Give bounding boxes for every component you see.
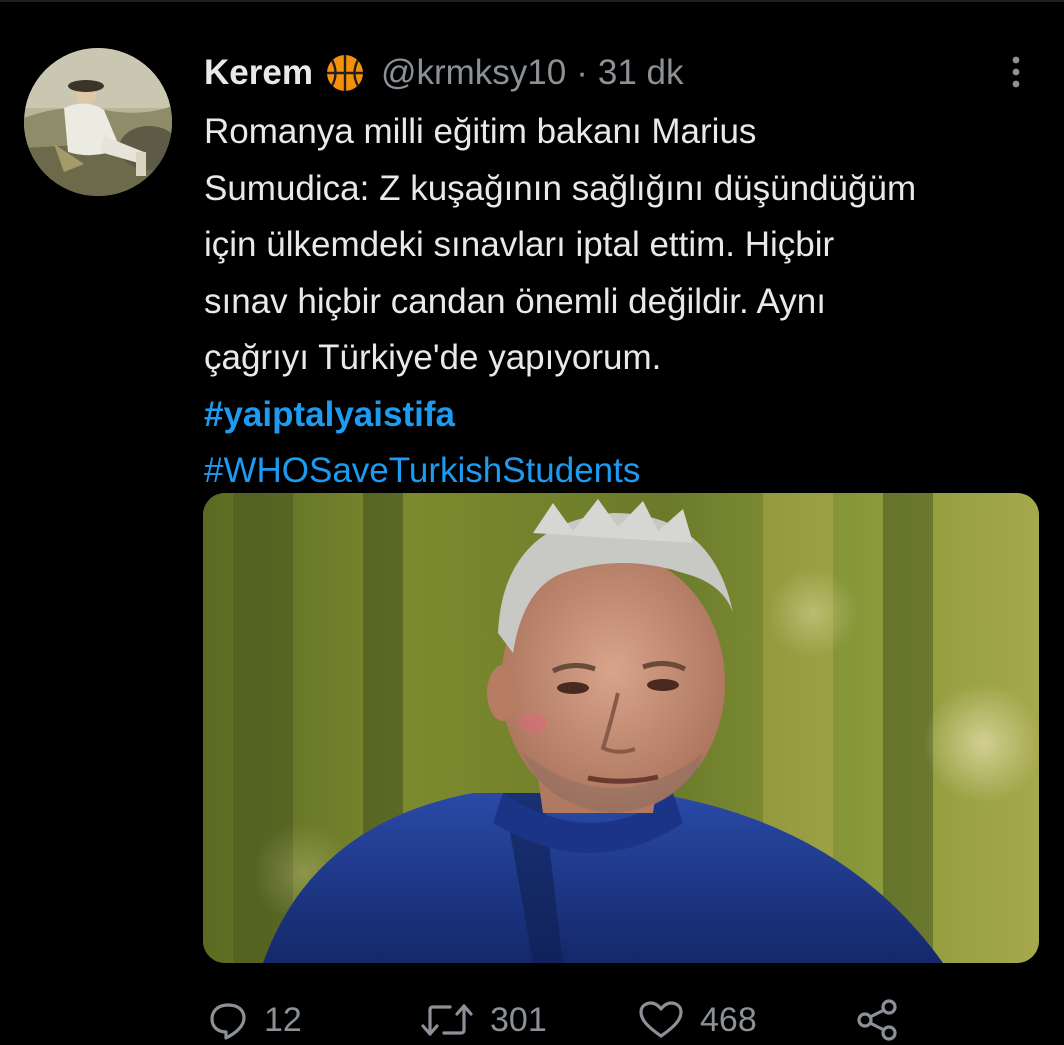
tweet-text-line: Romanya milli eğitim bakanı Marius [204,112,757,151]
like-count: 468 [700,1000,757,1039]
tweet-time[interactable]: 31 dk [598,53,684,93]
hashtag-link[interactable]: #yaiptalyaistifa [204,387,1044,444]
tweet-text-line: için ülkemdeki sınavları iptal ettim. Hi… [204,225,835,264]
tweet-media-image[interactable] [203,493,1039,963]
retweet-icon [421,1004,473,1036]
share-icon [857,999,897,1041]
tweet-action-bar: 12 301 468 [0,995,1064,1045]
reply-button[interactable]: 12 [208,995,302,1045]
retweet-count: 301 [490,1000,547,1039]
header-separator: · [576,53,588,92]
reply-icon [210,1003,246,1040]
tweet-text-line: çağrıyı Türkiye'de yapıyorum. [204,338,662,377]
author-handle[interactable]: @krmksy10 [381,53,566,93]
heart-icon [639,1001,683,1038]
author-name[interactable]: Kerem [204,53,313,93]
hashtag-link[interactable]: #WHOSaveTurkishStudents [204,443,1044,500]
tweet-text: Romanya milli eğitim bakanı Marius Sumud… [204,104,1044,500]
more-vertical-icon[interactable] [1004,54,1028,90]
basketball-icon [325,53,365,93]
portrait-photo [203,493,1039,963]
avatar-painting-icon [24,48,172,196]
share-button[interactable] [856,995,916,1045]
tweet-text-line: Sumudica: Z kuşağının sağlığını düşündüğ… [204,168,917,208]
tweet-header: Kerem @krmksy10 · 31 dk [204,50,684,96]
like-button[interactable]: 468 [638,995,757,1045]
avatar[interactable] [24,48,172,196]
tweet-text-line: sınav hiçbir candan önemli değildir. Ayn… [204,281,826,321]
reply-count: 12 [264,1000,302,1039]
top-divider [0,0,1064,2]
retweet-button[interactable]: 301 [420,995,547,1045]
